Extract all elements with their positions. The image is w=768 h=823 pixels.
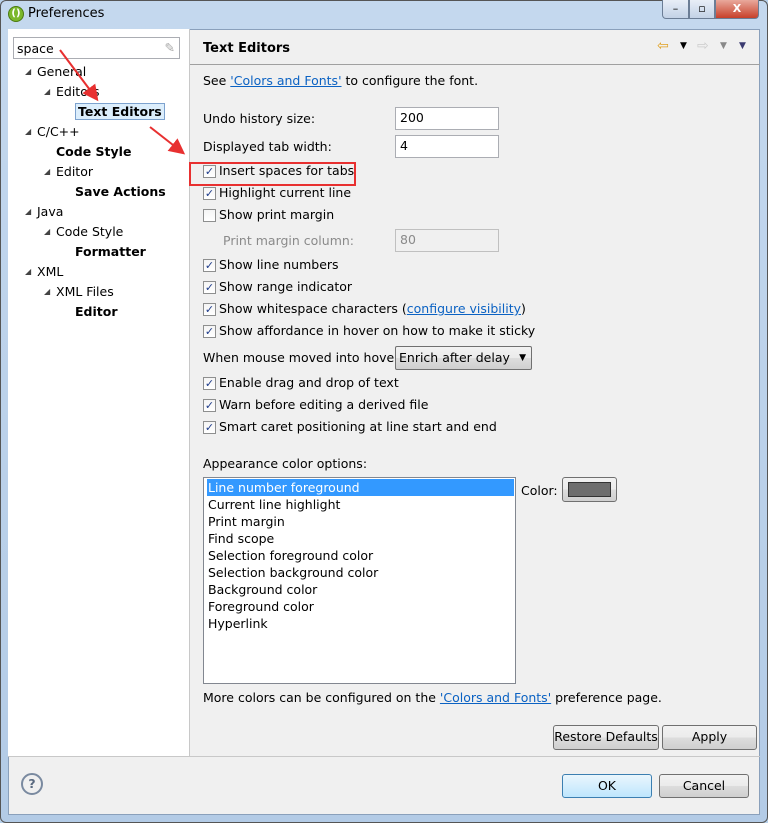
annotation-arrows <box>59 49 186 155</box>
annotation-arrow-2 <box>149 126 186 155</box>
annotation-arrow-1 <box>59 49 99 102</box>
